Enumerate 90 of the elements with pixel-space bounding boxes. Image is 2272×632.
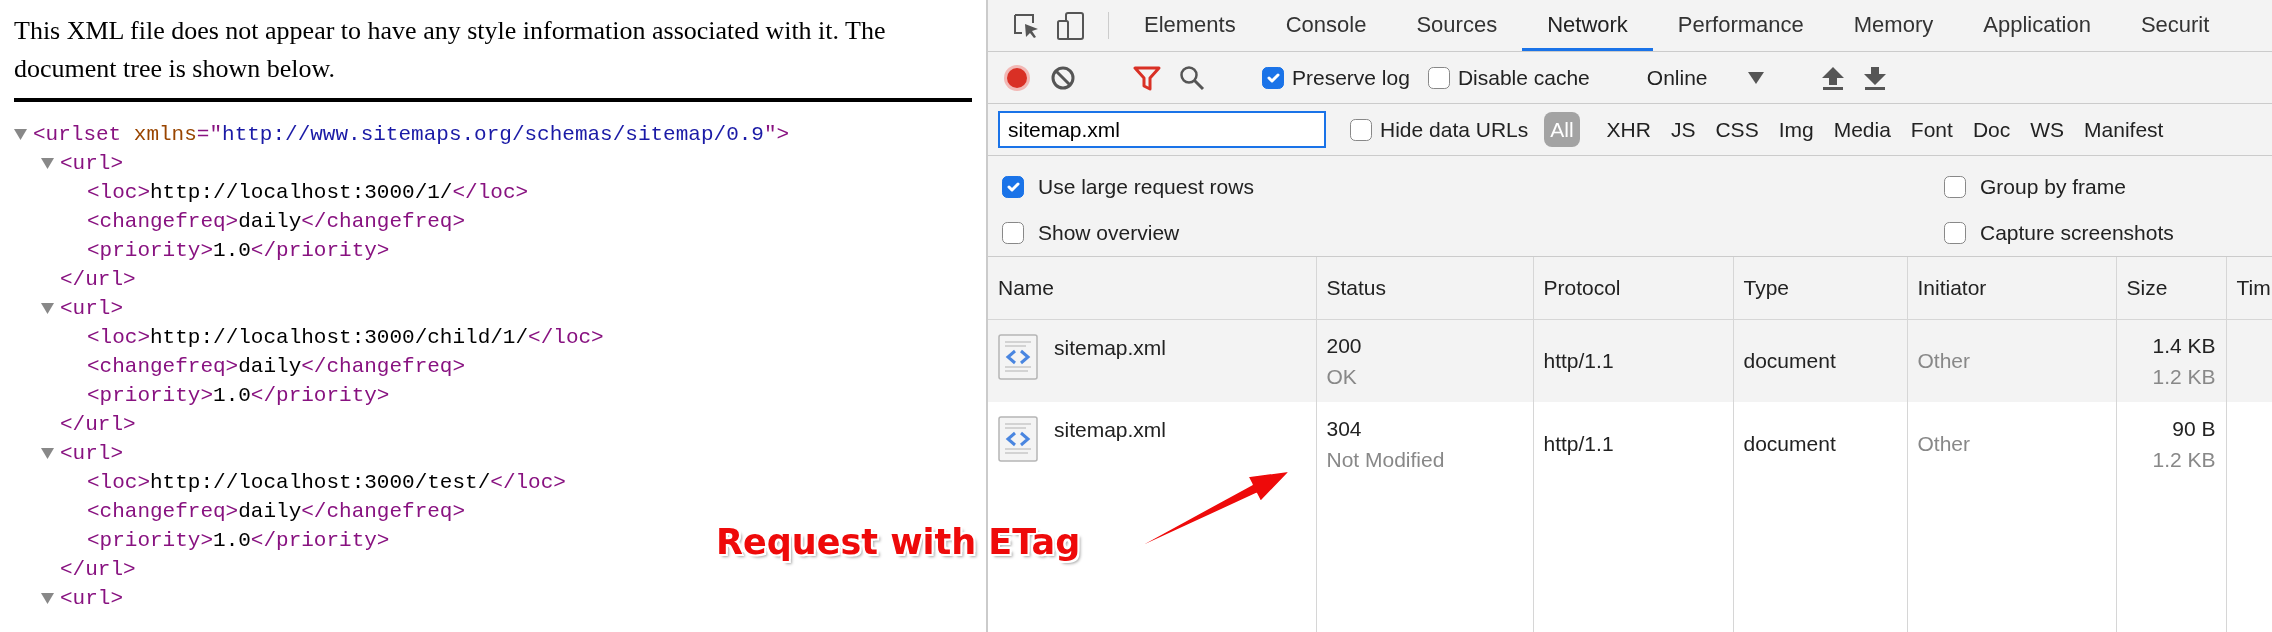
tab[interactable]: Console <box>1260 0 1392 51</box>
throttling-dropdown[interactable]: Online <box>1646 61 1764 94</box>
tab[interactable]: Application <box>1958 0 2116 51</box>
table-cell[interactable]: sitemap.xml <box>1054 414 1167 446</box>
column-header[interactable]: Status <box>1326 276 1387 299</box>
table-cell-text: OK <box>1326 363 1358 390</box>
table-cell: Other <box>1917 431 1971 455</box>
tab[interactable]: Elements <box>1119 0 1261 51</box>
toggle-icon[interactable] <box>41 447 54 460</box>
table-cell-text: 1.4 KB <box>2152 332 2216 359</box>
filter-input[interactable]: sitemap.xml <box>998 111 1326 148</box>
xml-line: <loc>http://localhost:3000/1/</loc> <box>87 180 529 206</box>
document-icon <box>998 333 1038 380</box>
table-cell-text: 1.2 KB <box>2152 446 2216 473</box>
checkbox-label[interactable]: Preserve log <box>1292 61 1410 94</box>
type-filter-button[interactable]: Manifest <box>2078 111 2170 148</box>
xml-line: <priority>1.0</priority> <box>87 383 390 409</box>
table-cell-text: Not Modified <box>1326 446 1446 473</box>
document-icon <box>998 416 1038 462</box>
checkbox-label[interactable]: Use large request rows <box>1038 171 1254 203</box>
type-filter-button[interactable]: Doc <box>1966 111 2017 148</box>
xml-line: <changefreq>daily</changefreq> <box>87 354 466 380</box>
toggle-icon[interactable] <box>41 592 54 605</box>
device-icon[interactable] <box>1056 10 1086 41</box>
toggle-icon[interactable] <box>41 302 54 315</box>
column-header[interactable]: Name <box>998 276 1055 299</box>
table-cell: document <box>1743 349 1836 372</box>
annotation-text: Request with ETag <box>716 521 1081 564</box>
column-header[interactable]: Type <box>1743 276 1790 299</box>
checkbox[interactable] <box>1002 176 1024 198</box>
column-header[interactable]: Size <box>2126 276 2168 299</box>
table-cell: http/1.1 <box>1543 349 1614 372</box>
type-filter-button[interactable]: JS <box>1664 111 1702 148</box>
checkbox[interactable] <box>1350 118 1372 141</box>
table-cell: http/1.1 <box>1543 431 1614 455</box>
upload-icon[interactable] <box>1820 64 1845 91</box>
tab[interactable]: Securit <box>2115 0 2235 51</box>
xml-line: <url> <box>60 586 123 612</box>
checkbox-label[interactable]: Disable cache <box>1457 61 1590 94</box>
type-filter-button[interactable]: Font <box>1904 111 1959 148</box>
checkbox-label[interactable]: Group by frame <box>1980 171 2126 203</box>
column-header[interactable]: Initiator <box>1917 276 1987 299</box>
type-filter-button[interactable]: Img <box>1772 111 1820 148</box>
tab[interactable]: Memory <box>1828 0 1959 51</box>
checkbox[interactable] <box>1002 222 1024 244</box>
xml-line: </url> <box>60 557 136 583</box>
table-cell[interactable]: sitemap.xml <box>1054 331 1167 363</box>
search-icon[interactable] <box>1179 64 1205 91</box>
filter-icon[interactable] <box>1133 64 1161 91</box>
caret-icon <box>1747 71 1764 84</box>
checkbox-label[interactable]: Show overview <box>1038 217 1180 249</box>
type-filter-button[interactable]: Media <box>1827 111 1897 148</box>
checkbox[interactable] <box>1944 176 1966 198</box>
xml-line: <url> <box>60 441 123 467</box>
column-header[interactable]: Protocol <box>1543 276 1621 299</box>
table-cell: Other <box>1917 349 1971 372</box>
tab[interactable]: Network <box>1522 0 1653 51</box>
checkbox[interactable] <box>1262 66 1284 89</box>
checkbox-label[interactable]: Hide data URLs <box>1380 113 1529 146</box>
notice-text: This XML file does not appear to have any style information associated with it. The document tree is shown below. <box>14 15 887 85</box>
checkbox[interactable] <box>1427 66 1450 89</box>
table-cell-text: 304 <box>1326 415 1363 442</box>
xml-line: <loc>http://localhost:3000/test/</loc> <box>87 470 566 496</box>
clear-icon[interactable] <box>1050 64 1076 91</box>
xml-line: <url> <box>60 296 123 322</box>
xml-line: </url> <box>60 412 136 438</box>
toggle-icon[interactable] <box>14 128 27 141</box>
record-button[interactable] <box>1002 62 1032 93</box>
xml-line: <urlset xmlns="http://www.sitemaps.org/schemas/sitemap/0.9"> <box>33 122 790 148</box>
table-cell-text: 1.2 KB <box>2152 363 2216 390</box>
table-cell: document <box>1743 431 1836 455</box>
table-cell-text: 200 <box>1326 332 1363 359</box>
type-filter-button[interactable]: XHR <box>1600 111 1657 148</box>
xml-line: <loc>http://localhost:3000/child/1/</loc> <box>87 325 604 351</box>
tab[interactable]: Performance <box>1652 0 1829 51</box>
xml-line: <changefreq>daily</changefreq> <box>87 499 466 525</box>
checkbox-label[interactable]: Capture screenshots <box>1980 217 2174 249</box>
table-cell-text: 90 B <box>2172 415 2216 442</box>
checkbox[interactable] <box>1944 222 1966 244</box>
tab[interactable]: Sources <box>1391 0 1523 51</box>
xml-line: </url> <box>60 267 136 293</box>
inspect-icon[interactable] <box>1012 11 1040 40</box>
xml-line: <changefreq>daily</changefreq> <box>87 209 466 235</box>
download-icon[interactable] <box>1862 64 1887 91</box>
xml-line: <priority>1.0</priority> <box>87 528 390 554</box>
toggle-icon[interactable] <box>41 157 54 170</box>
type-filter-button[interactable]: WS <box>2024 111 2071 148</box>
type-filter-button[interactable]: CSS <box>1709 111 1765 148</box>
xml-line: <url> <box>60 151 123 177</box>
xml-line: <priority>1.0</priority> <box>87 238 390 264</box>
